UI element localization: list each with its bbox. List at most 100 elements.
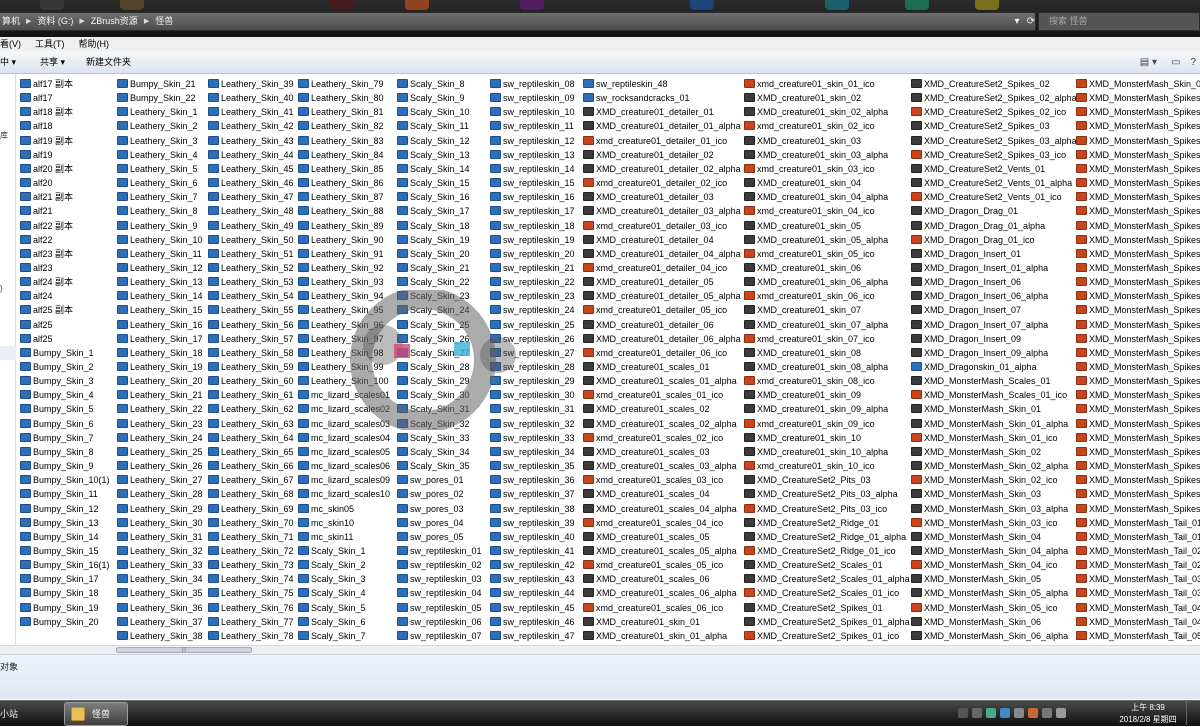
file-item[interactable]: XMD_creature01_detailer_06_alpha	[583, 332, 741, 346]
file-item[interactable]: XMD_creature01_skin_08_alpha	[744, 360, 888, 374]
file-item[interactable]: Bumpy_Skin_15	[20, 544, 99, 558]
file-item[interactable]: XMD_creature01_skin_09	[744, 388, 861, 402]
file-item[interactable]: Bumpy_Skin_9	[20, 459, 94, 473]
file-item[interactable]: Bumpy_Skin_19	[20, 601, 99, 615]
file-item[interactable]: XMD_CreatureSet2_Scales_01_ico	[744, 586, 899, 600]
file-item[interactable]: sw_reptileskin_20	[490, 247, 575, 261]
file-item[interactable]: sw_reptileskin_09	[490, 91, 575, 105]
file-item[interactable]: XMD_CreatureSet2_Spikes_01	[744, 601, 883, 615]
file-item[interactable]: sw_reptileskin_27	[490, 346, 575, 360]
file-item[interactable]: Leathery_Skin_40	[208, 91, 294, 105]
file-item[interactable]: sw_reptileskin_01	[397, 544, 482, 558]
file-item[interactable]: sw_reptileskin_35	[490, 459, 575, 473]
file-item[interactable]: XMD_MonsterMash_SpikesF	[1076, 346, 1200, 360]
file-item[interactable]: XMD_MonsterMash_SpikesF	[1076, 332, 1200, 346]
file-item[interactable]: Leathery_Skin_83	[298, 134, 384, 148]
file-item[interactable]: Leathery_Skin_95	[298, 303, 384, 317]
file-item[interactable]: alf24	[20, 289, 53, 303]
file-item[interactable]: XMD_creature01_scales_06	[583, 572, 710, 586]
file-item[interactable]: alf25 副本	[20, 303, 73, 317]
file-item[interactable]: XMD_MonsterMash_Skin_03	[911, 487, 1041, 501]
file-item[interactable]: XMD_MonsterMash_SpikesF	[1076, 176, 1200, 190]
file-item[interactable]: Leathery_Skin_92	[298, 261, 384, 275]
file-item[interactable]: XMD_MonsterMash_SpikesF	[1076, 459, 1200, 473]
file-item[interactable]: Leathery_Skin_59	[208, 360, 294, 374]
file-item[interactable]: mc_lizard_scales01	[298, 388, 390, 402]
file-item[interactable]: alf17	[20, 91, 53, 105]
file-item[interactable]: XMD_MonsterMash_Skin_02_ico	[911, 473, 1058, 487]
file-item[interactable]: XMD_creature01_skin_04_alpha	[744, 190, 888, 204]
file-item[interactable]: Leathery_Skin_61	[208, 388, 294, 402]
file-item[interactable]: sw_reptileskin_22	[490, 275, 575, 289]
file-item[interactable]: Leathery_Skin_64	[208, 431, 294, 445]
menu-view[interactable]: 看(V)	[0, 37, 21, 51]
file-item[interactable]: XMD_creature01_scales_06_alpha	[583, 586, 737, 600]
file-item[interactable]: XMD_creature01_skin_07_alpha	[744, 318, 888, 332]
file-item[interactable]: Leathery_Skin_17	[117, 332, 203, 346]
file-item[interactable]: XMD_MonsterMash_Scales_01_ico	[911, 388, 1067, 402]
file-item[interactable]: mc_lizard_scales02	[298, 402, 390, 416]
file-item[interactable]: Leathery_Skin_29	[117, 502, 203, 516]
file-item[interactable]: Scaly_Skin_6	[298, 615, 366, 629]
file-item[interactable]: Scaly_Skin_29	[397, 374, 470, 388]
file-item[interactable]: Leathery_Skin_46	[208, 176, 294, 190]
file-item[interactable]: Scaly_Skin_5	[298, 601, 366, 615]
file-item[interactable]: Leathery_Skin_71	[208, 530, 294, 544]
file-item[interactable]: XMD_MonsterMash_SpikesF	[1076, 190, 1200, 204]
file-item[interactable]: Leathery_Skin_99	[298, 360, 384, 374]
file-item[interactable]: Scaly_Skin_2	[298, 558, 366, 572]
file-item[interactable]: XMD_creature01_scales_05_alpha	[583, 544, 737, 558]
file-item[interactable]: Leathery_Skin_80	[298, 91, 384, 105]
file-item[interactable]: XMD_MonsterMash_SpikesF	[1076, 417, 1200, 431]
file-item[interactable]: XMD_MonsterMash_SpikesF	[1076, 162, 1200, 176]
organize-button[interactable]: 中 ▾	[0, 51, 16, 74]
file-item[interactable]: sw_reptileskin_46	[490, 615, 575, 629]
file-item[interactable]: sw_reptileskin_15	[490, 176, 575, 190]
file-item[interactable]: Leathery_Skin_27	[117, 473, 203, 487]
file-item[interactable]: Leathery_Skin_42	[208, 119, 294, 133]
file-item[interactable]: sw_reptileskin_47	[490, 629, 575, 643]
file-item[interactable]: Leathery_Skin_74	[208, 572, 294, 586]
file-item[interactable]: sw_reptileskin_37	[490, 487, 575, 501]
horizontal-scrollbar[interactable]: |||	[0, 645, 1200, 654]
file-item[interactable]: XMD_MonsterMash_SpikesF	[1076, 261, 1200, 275]
file-item[interactable]: Scaly_Skin_16	[397, 190, 470, 204]
file-item[interactable]: Scaly_Skin_14	[397, 162, 470, 176]
file-item[interactable]: XMD_MonsterMash_Skin_01_alpha	[911, 417, 1068, 431]
file-item[interactable]: XMD_MonsterMash_Skin_06_alpha	[911, 629, 1068, 643]
file-item[interactable]: Scaly_Skin_9	[397, 91, 465, 105]
file-item[interactable]: Scaly_Skin_8	[397, 77, 465, 91]
file-item[interactable]: Leathery_Skin_54	[208, 289, 294, 303]
file-item[interactable]: Leathery_Skin_66	[208, 459, 294, 473]
file-item[interactable]: Scaly_Skin_26	[397, 332, 470, 346]
file-item[interactable]: XMD_CreatureSet2_Ridge_01_ico	[744, 544, 896, 558]
file-item[interactable]: Leathery_Skin_98	[298, 346, 384, 360]
tray-app-icon[interactable]	[1028, 708, 1038, 718]
file-item[interactable]: Bumpy_Skin_16(1)	[20, 558, 110, 572]
nav-pane-selection[interactable]	[0, 346, 16, 360]
file-item[interactable]: sw_reptileskin_32	[490, 417, 575, 431]
file-item[interactable]: Scaly_Skin_28	[397, 360, 470, 374]
file-item[interactable]: mc_lizard_scales09	[298, 473, 390, 487]
file-item[interactable]: Leathery_Skin_24	[117, 431, 203, 445]
file-item[interactable]: Leathery_Skin_8	[117, 204, 198, 218]
file-item[interactable]: XMD_creature01_scales_02	[583, 402, 710, 416]
file-item[interactable]: Scaly_Skin_15	[397, 176, 470, 190]
file-item[interactable]: XMD_Dragon_Drag_01	[911, 204, 1018, 218]
file-item[interactable]: Scaly_Skin_34	[397, 445, 470, 459]
file-item[interactable]: sw_reptileskin_08	[490, 77, 575, 91]
history-dropdown-icon[interactable]: ▾	[1010, 13, 1024, 30]
file-item[interactable]: Leathery_Skin_52	[208, 261, 294, 275]
show-desktop-button[interactable]	[1186, 701, 1200, 727]
file-item[interactable]: Leathery_Skin_44	[208, 148, 294, 162]
tray-app-icon[interactable]	[1014, 708, 1024, 718]
file-item[interactable]: Scaly_Skin_12	[397, 134, 470, 148]
file-item[interactable]: Scaly_Skin_21	[397, 261, 470, 275]
file-item[interactable]: Bumpy_Skin_18	[20, 586, 99, 600]
file-item[interactable]: xmd_creature01_skin_06_ico	[744, 289, 875, 303]
file-item[interactable]: xmd_creature01_scales_05_ico	[583, 558, 723, 572]
file-item[interactable]: sw_reptileskin_17	[490, 204, 575, 218]
file-item[interactable]: Scaly_Skin_32	[397, 417, 470, 431]
file-item[interactable]: XMD_creature01_skin_02	[744, 91, 861, 105]
file-item[interactable]: XMD_CreatureSet2_Spikes_02	[911, 77, 1050, 91]
